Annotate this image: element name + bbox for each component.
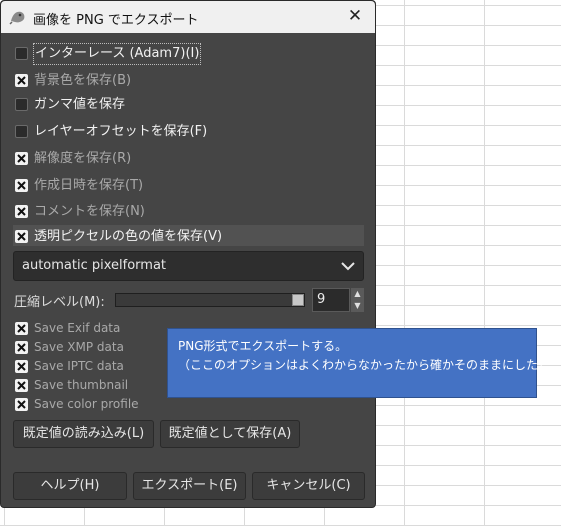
- option-label: ガンマ値を保存: [34, 97, 126, 112]
- gimp-icon: [9, 11, 25, 25]
- option-label: コメントを保存(N): [34, 204, 145, 219]
- pixelformat-value: automatic pixelformat: [22, 258, 167, 273]
- option-label: Save XMP data: [34, 340, 124, 354]
- checkbox-checked[interactable]: [15, 341, 28, 354]
- title-bar: 画像を PNG でエクスポート ✕: [1, 1, 375, 33]
- option-label: 透明ピクセルの色の値を保存(V): [34, 229, 223, 244]
- option-label: Save thumbnail: [34, 378, 129, 392]
- option-label: 作成日時を保存(T): [34, 178, 144, 193]
- annotation-line-2: （ここのオプションはよくわからなかったから確かそのままにした）: [178, 358, 551, 372]
- compression-label: 圧縮レベル(M):: [14, 295, 105, 310]
- option-label: 解像度を保存(R): [34, 151, 132, 166]
- option-label: レイヤーオフセットを保存(F): [34, 124, 208, 139]
- option-label: インターレース (Adam7)(I): [32, 43, 202, 65]
- compression-slider[interactable]: [115, 293, 305, 307]
- help-button[interactable]: ヘルプ(H): [13, 472, 127, 500]
- annotation-callout: PNG形式でエクスポートする。 （ここのオプションはよくわからなかったから確かそ…: [167, 328, 551, 398]
- pixelformat-select[interactable]: automatic pixelformat: [13, 251, 364, 281]
- checkbox[interactable]: [15, 125, 28, 138]
- checkbox[interactable]: [15, 98, 28, 111]
- spin-arrows: ▲ ▼: [351, 288, 364, 312]
- option-label: Save Exif data: [34, 321, 121, 335]
- save-defaults-button[interactable]: 既定値として保存(A): [160, 420, 300, 448]
- checkbox-checked[interactable]: [15, 152, 28, 165]
- checkbox[interactable]: [15, 47, 28, 60]
- checkbox-checked[interactable]: [15, 379, 28, 392]
- cancel-button[interactable]: キャンセル(C): [252, 472, 365, 500]
- option-label: 背景色を保存(B): [34, 73, 132, 88]
- compression-spinbox[interactable]: 9 ▲ ▼: [312, 288, 364, 312]
- slider-thumb[interactable]: [292, 294, 304, 306]
- spin-up-icon[interactable]: ▲: [351, 288, 364, 300]
- checkbox-checked[interactable]: [15, 360, 28, 373]
- dialog-title: 画像を PNG でエクスポート: [33, 13, 199, 28]
- compression-value[interactable]: 9: [312, 288, 350, 312]
- load-defaults-button[interactable]: 既定値の読み込み(L): [13, 420, 154, 448]
- slider-fill: [116, 294, 292, 306]
- export-button[interactable]: エクスポート(E): [133, 472, 246, 500]
- option-label: Save IPTC data: [34, 359, 124, 373]
- annotation-line-1: PNG形式でエクスポートする。: [178, 339, 348, 353]
- spin-down-icon[interactable]: ▼: [351, 300, 364, 312]
- checkbox-checked[interactable]: [15, 205, 28, 218]
- checkbox-checked[interactable]: [15, 74, 28, 87]
- chevron-down-icon: [341, 262, 355, 271]
- close-icon[interactable]: ✕: [345, 6, 365, 26]
- checkbox-checked[interactable]: [15, 230, 28, 243]
- checkbox-checked[interactable]: [15, 398, 28, 411]
- export-png-dialog: 画像を PNG でエクスポート ✕ インターレース (Adam7)(I) 背景色…: [0, 0, 376, 508]
- checkbox-checked[interactable]: [15, 179, 28, 192]
- option-label: Save color profile: [34, 397, 139, 411]
- checkbox-checked[interactable]: [15, 322, 28, 335]
